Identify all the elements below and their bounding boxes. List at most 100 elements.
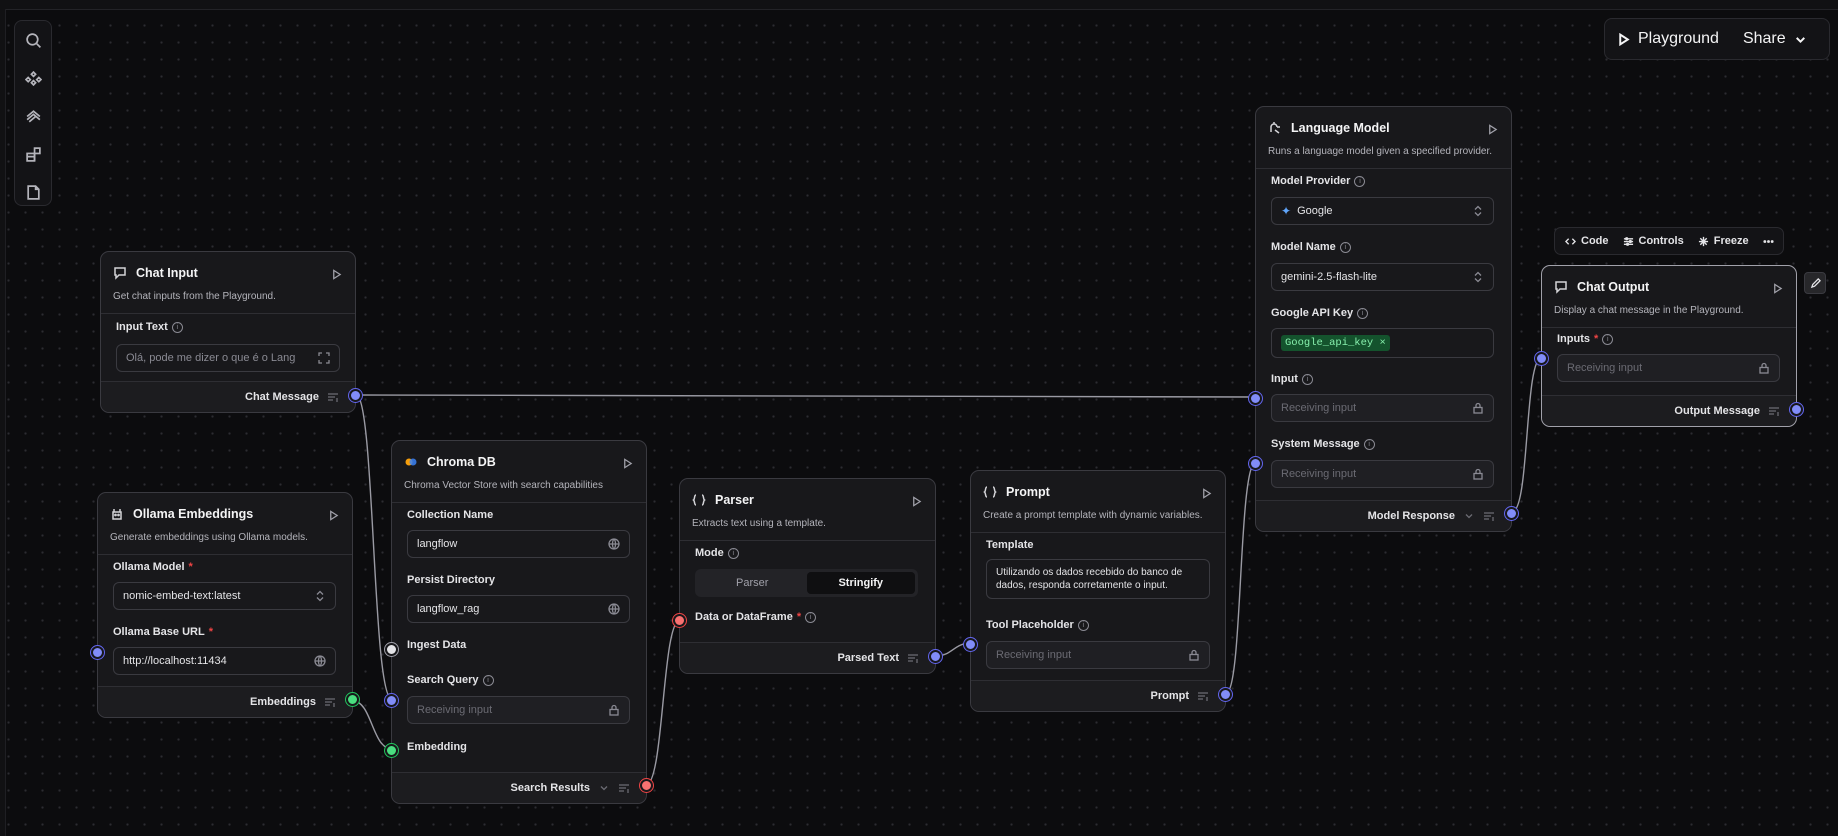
- components-icon[interactable]: [20, 65, 46, 91]
- collection-name-field[interactable]: langflow: [407, 530, 630, 558]
- embedding-label: Embedding: [407, 741, 467, 753]
- brain-icon: [1268, 121, 1282, 135]
- braces-icon: [983, 485, 997, 499]
- output-row: Output Message: [1674, 405, 1780, 417]
- run-node-button[interactable]: [1201, 486, 1213, 499]
- ollama-base-url-field[interactable]: http://localhost:11434: [113, 647, 336, 675]
- output-label: Chat Message: [245, 391, 319, 403]
- braces-icon: [692, 493, 706, 507]
- list-filter-icon[interactable]: [618, 782, 630, 794]
- ingest-data-input-handle[interactable]: [385, 643, 398, 656]
- base-url-input-handle[interactable]: [91, 646, 104, 659]
- list-filter-icon[interactable]: [907, 652, 919, 664]
- model-name-select[interactable]: gemini-2.5-flash-lite: [1271, 263, 1494, 291]
- output-label: Model Response: [1367, 510, 1455, 522]
- list-filter-icon[interactable]: [327, 391, 339, 403]
- search-query-label: Search Query: [407, 674, 479, 686]
- run-node-button[interactable]: [328, 508, 340, 521]
- chat-message-output-handle[interactable]: [349, 389, 362, 402]
- input-handle[interactable]: [1249, 392, 1262, 405]
- model-response-output-handle[interactable]: [1505, 507, 1518, 520]
- field-label: Tool Placeholder i: [986, 619, 1089, 631]
- inputs-placeholder: Receiving input: [1567, 362, 1643, 374]
- node-description: Get chat inputs from the Playground.: [101, 282, 355, 314]
- more-options-button[interactable]: [1757, 236, 1780, 247]
- node-language-model[interactable]: Language Model Runs a language model giv…: [1249, 106, 1518, 532]
- parsed-text-output-handle[interactable]: [929, 650, 942, 663]
- tool-placeholder-input-handle[interactable]: [964, 638, 977, 651]
- search-results-output-handle[interactable]: [640, 779, 653, 792]
- embedding-input-handle[interactable]: [385, 744, 398, 757]
- field-label: Model Name i: [1271, 241, 1351, 253]
- node-chat-input[interactable]: Chat Input Get chat inputs from the Play…: [100, 251, 362, 413]
- model-provider-select[interactable]: ✦ Google: [1271, 197, 1494, 225]
- layers-icon[interactable]: [20, 103, 46, 129]
- persist-directory-label: Persist Directory: [407, 574, 496, 586]
- run-node-button[interactable]: [331, 267, 343, 280]
- api-key-field[interactable]: Google_api_key ×: [1271, 328, 1494, 358]
- top-actions: Playground Share: [1604, 18, 1830, 60]
- node-chroma-db[interactable]: Chroma DB Chroma Vector Store with searc…: [385, 440, 653, 804]
- list-filter-icon[interactable]: [1197, 690, 1209, 702]
- node-ollama-embeddings[interactable]: Ollama Embeddings Generate embeddings us…: [91, 492, 359, 718]
- search-icon[interactable]: [20, 27, 46, 53]
- share-button[interactable]: Share: [1731, 30, 1819, 48]
- run-node-button[interactable]: [911, 494, 923, 507]
- node-prompt[interactable]: Prompt Create a prompt template with dyn…: [964, 470, 1232, 712]
- api-key-value: Google_api_key: [1285, 337, 1374, 349]
- ollama-model-select[interactable]: nomic-embed-text:latest: [113, 582, 336, 610]
- system-message-handle[interactable]: [1249, 457, 1262, 470]
- inputs-handle[interactable]: [1535, 352, 1548, 365]
- globe-icon[interactable]: [314, 655, 326, 667]
- play-icon: [913, 496, 922, 507]
- code-button[interactable]: Code: [1559, 235, 1615, 247]
- edit-node-button[interactable]: [1804, 272, 1826, 294]
- input-text-field[interactable]: Olá, pode me dizer o que é o Lang: [116, 344, 340, 372]
- input-label: Input: [1271, 373, 1298, 385]
- lock-icon: [1472, 402, 1484, 414]
- chevrons-up-down-icon: [1472, 271, 1484, 283]
- lock-icon: [1188, 649, 1200, 661]
- node-chat-output[interactable]: Chat Output Display a chat message in th…: [1535, 265, 1803, 427]
- embeddings-output-handle[interactable]: [346, 693, 359, 706]
- prompt-output-handle[interactable]: [1219, 688, 1232, 701]
- output-label: Embeddings: [249, 696, 316, 708]
- globe-icon[interactable]: [608, 538, 620, 550]
- node-title: Chat Output: [1577, 280, 1650, 294]
- collection-name-value: langflow: [417, 538, 458, 550]
- node-title: Chat Input: [136, 266, 198, 280]
- expand-icon[interactable]: [318, 352, 330, 364]
- field-label: Persist Directory: [407, 574, 495, 586]
- persist-directory-field[interactable]: langflow_rag: [407, 595, 630, 623]
- play-icon: [333, 269, 342, 280]
- mode-option-stringify[interactable]: Stringify: [806, 572, 915, 594]
- template-field[interactable]: Utilizando os dados recebido do banco de…: [986, 559, 1210, 599]
- search-query-input-handle[interactable]: [385, 694, 398, 707]
- blocks-icon[interactable]: [20, 141, 46, 167]
- chevron-down-icon[interactable]: [1463, 510, 1475, 522]
- note-icon[interactable]: [20, 179, 46, 205]
- controls-button[interactable]: Controls: [1617, 235, 1690, 247]
- run-node-button[interactable]: [1487, 122, 1499, 135]
- ollama-base-url-value: http://localhost:11434: [123, 655, 227, 667]
- globe-icon[interactable]: [608, 603, 620, 615]
- chevron-down-icon[interactable]: [598, 782, 610, 794]
- list-filter-icon[interactable]: [1768, 405, 1780, 417]
- output-message-handle[interactable]: [1790, 403, 1803, 416]
- canvas-toolbar: [14, 20, 52, 206]
- run-node-button[interactable]: [1772, 281, 1784, 294]
- data-input-handle[interactable]: [673, 614, 686, 627]
- field-label: Template: [986, 539, 1033, 551]
- api-key-tag[interactable]: Google_api_key ×: [1281, 335, 1390, 351]
- ollama-model-label: Ollama Model: [113, 561, 185, 573]
- mode-option-parser[interactable]: Parser: [698, 572, 807, 594]
- playground-button[interactable]: Playground: [1605, 30, 1731, 48]
- list-filter-icon[interactable]: [1483, 510, 1495, 522]
- api-key-label: Google API Key: [1271, 307, 1354, 319]
- lock-icon: [1758, 362, 1770, 374]
- list-filter-icon[interactable]: [324, 696, 336, 708]
- run-node-button[interactable]: [622, 456, 634, 469]
- input-field: Receiving input: [1271, 394, 1494, 422]
- node-parser[interactable]: Parser Extracts text using a template. M…: [673, 478, 942, 674]
- freeze-button[interactable]: Freeze: [1692, 235, 1755, 247]
